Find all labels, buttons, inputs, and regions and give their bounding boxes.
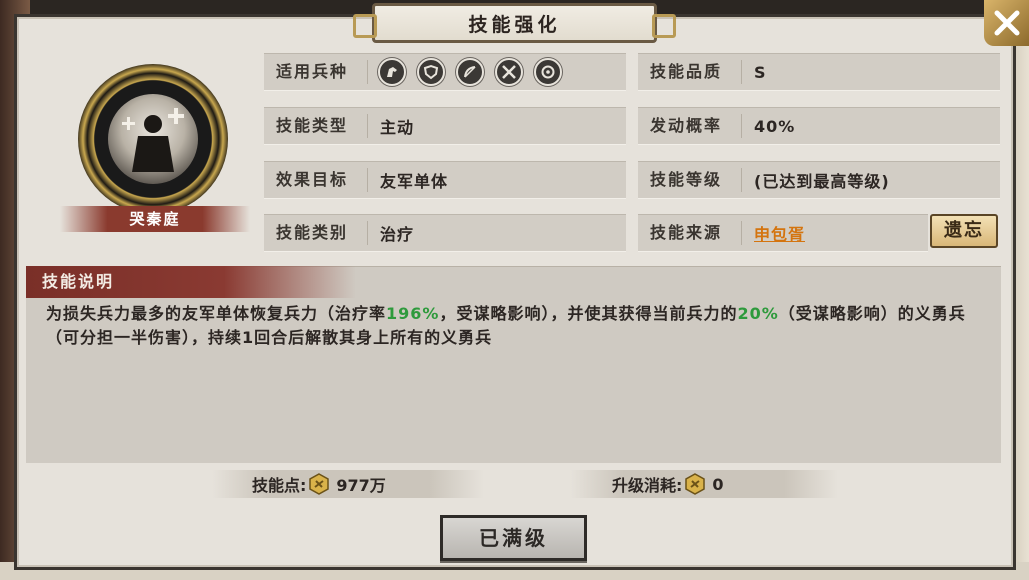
level-row: 技能等级 (已达到最高等级) [638,161,1000,199]
skill-points: 技能点: 977万 [212,470,484,498]
heal-rate-value: 196% [386,304,440,323]
source-label: 技能来源 [638,221,742,245]
upgrade-cost-label: 升级消耗: [612,476,683,495]
target-value: 友军单体 [380,172,449,191]
cost-coin-icon [685,473,706,495]
troop-type-row: 适用兵种 [264,53,626,91]
general-name: 哭秦庭 [60,206,250,232]
category-row: 技能类别 治疗 [264,214,626,252]
target-label: 效果目标 [264,168,368,192]
skill-points-value: 977万 [336,476,386,495]
quality-value: S [754,62,767,82]
trigger-rate-label: 发动概率 [638,114,742,138]
source-general-link[interactable]: 申包胥 [754,225,805,244]
trigger-rate-row: 发动概率 40% [638,107,1000,145]
quality-label: 技能品质 [638,60,742,84]
skill-type-value: 主动 [380,118,415,137]
skill-type-label: 技能类型 [264,114,368,138]
source-row: 技能来源 申包胥 [638,214,928,252]
skill-avatar [78,64,228,214]
level-label: 技能等级 [638,168,742,192]
panel-title: 技能强化 [353,3,676,43]
max-level-button[interactable]: 已满级 [440,515,587,561]
shield-icon [417,58,445,86]
skill-type-row: 技能类型 主动 [264,107,626,145]
close-button[interactable] [984,0,1029,46]
warrior-silhouette-icon [122,108,184,172]
trigger-rate-value: 40% [754,116,796,136]
quality-row: 技能品质 S [638,53,1000,91]
troop-type-label: 适用兵种 [264,60,368,84]
skill-points-label: 技能点: [252,476,307,495]
upgrade-cost: 升级消耗: 0 [570,470,838,498]
description-part2: ，受谋略影响），并使其获得当前兵力的 [439,304,738,323]
crossed-spears-icon [495,58,523,86]
level-value: (已达到最高等级) [754,172,890,191]
bow-icon [456,58,484,86]
upgrade-cost-value: 0 [712,474,724,494]
skill-coin-icon [309,473,330,495]
description-part1: 为损失兵力最多的友军单体恢复兵力（治疗率 [46,304,387,323]
target-row: 效果目标 友军单体 [264,161,626,199]
skill-portrait [108,94,198,184]
wheel-icon [534,58,562,86]
cavalry-icon [378,58,406,86]
volunteer-percent-value: 20% [737,304,779,323]
description-text: 为损失兵力最多的友军单体恢复兵力（治疗率196%，受谋略影响），并使其获得当前兵… [46,302,991,350]
category-value: 治疗 [380,225,415,244]
forget-button[interactable]: 遗忘 [930,214,998,248]
description-title: 技能说明 [26,266,356,298]
category-label: 技能类别 [264,221,368,245]
close-icon [994,10,1019,36]
